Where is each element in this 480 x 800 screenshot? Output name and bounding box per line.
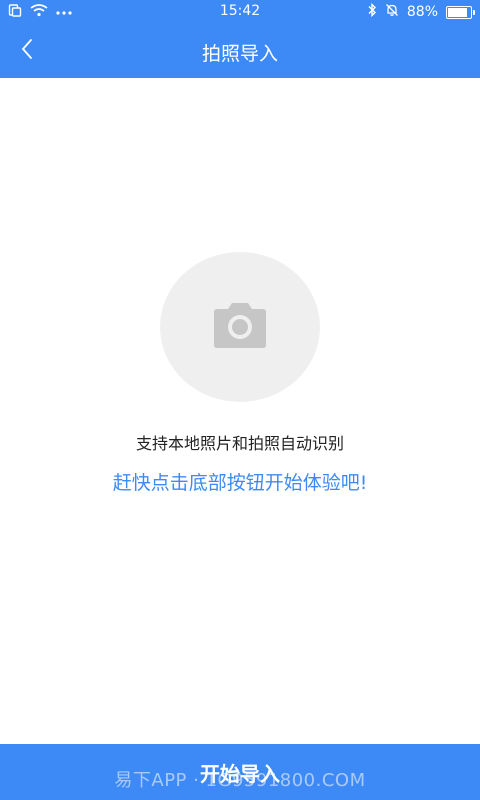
hint-text-secondary: 赶快点击底部按钮开始体验吧! [112, 472, 368, 494]
status-right: 88% [367, 2, 475, 21]
status-bar: 15:42 88% [0, 0, 480, 24]
main-content: 支持本地照片和拍照自动识别 赶快点击底部按钮开始体验吧! [0, 78, 480, 744]
hint-text-primary: 支持本地照片和拍照自动识别 [135, 434, 344, 453]
camera-placeholder [160, 252, 320, 402]
watermark-text: 易下APP · 1G9591800.COM [114, 770, 366, 791]
page-title: 拍照导入 [201, 43, 278, 65]
camera-icon [210, 300, 270, 354]
app-header: 拍照导入 [0, 24, 480, 78]
battery-percent: 88% [406, 4, 438, 20]
bluetooth-icon [367, 2, 377, 21]
battery-level [448, 7, 468, 17]
battery-icon [446, 5, 475, 19]
bell-muted-icon [385, 3, 399, 21]
